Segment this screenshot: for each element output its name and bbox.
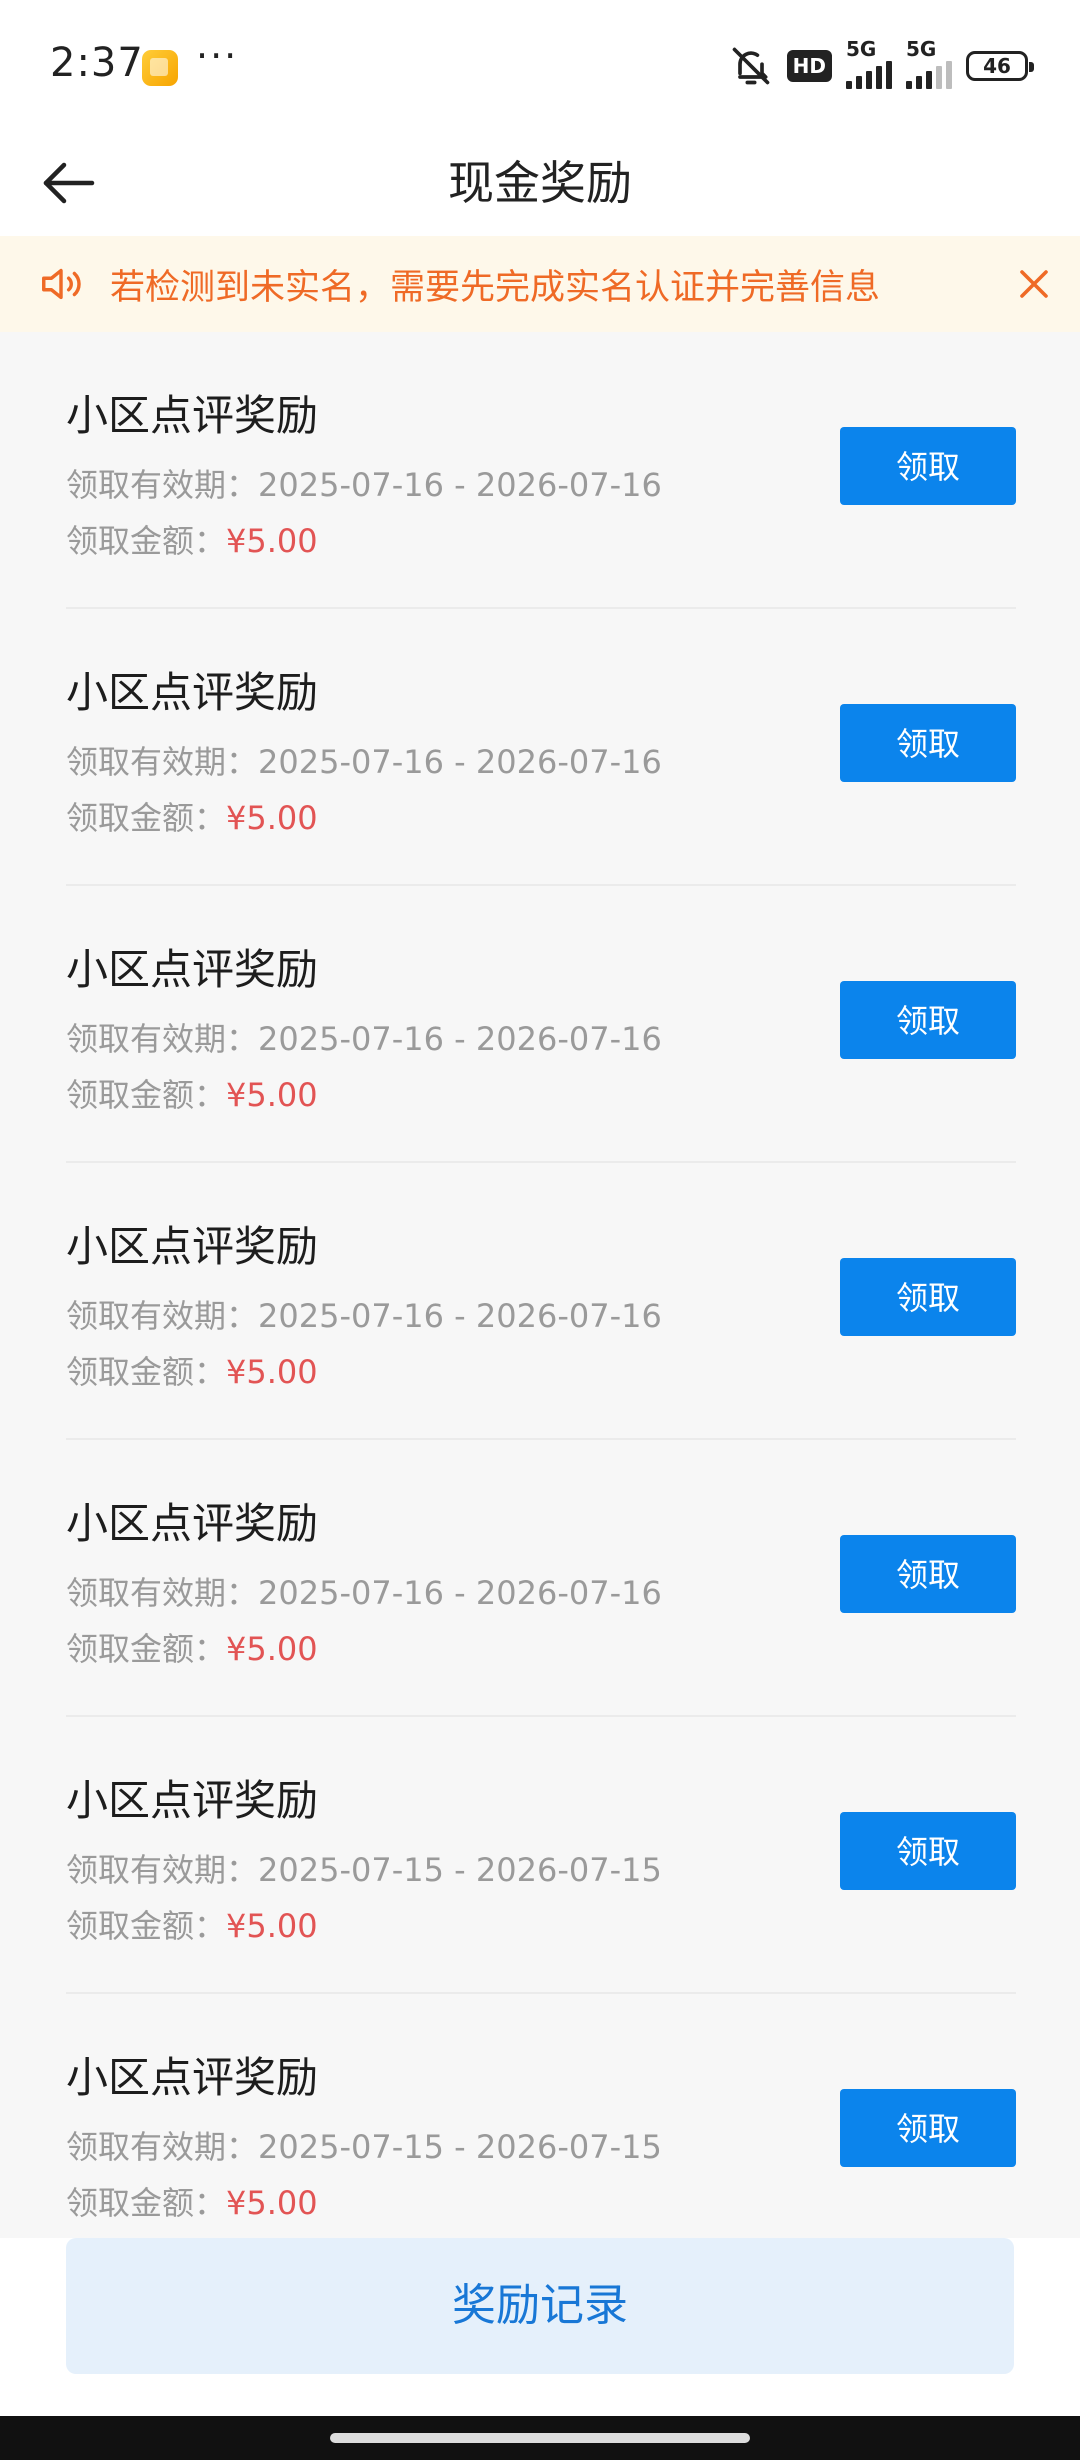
reward-validity: 领取有效期：2025-07-16 - 2026-07-16 [66, 1568, 662, 1614]
reward-validity: 领取有效期：2025-07-16 - 2026-07-16 [66, 1014, 662, 1060]
reward-amount-row: 领取金额：¥5.00 [66, 793, 318, 839]
claim-button[interactable]: 领取 [840, 1812, 1016, 1890]
claim-button[interactable]: 领取 [840, 981, 1016, 1059]
reward-item: 小区点评奖励 领取有效期：2025-07-16 - 2026-07-16 领取金… [66, 1440, 1016, 1717]
reward-amount: ¥5.00 [226, 1353, 318, 1391]
amount-label: 领取金额： [66, 1353, 227, 1391]
home-indicator[interactable] [330, 2433, 750, 2443]
sim1-signal-icon: 5G [846, 37, 892, 89]
reward-validity: 领取有效期：2025-07-15 - 2026-07-15 [66, 2122, 662, 2168]
reward-amount: ¥5.00 [226, 1630, 318, 1668]
reward-title: 小区点评奖励 [66, 1776, 319, 1825]
validity-range: 2025-07-16 - 2026-07-16 [258, 1574, 662, 1612]
reward-amount-row: 领取金额：¥5.00 [66, 2178, 318, 2224]
amount-label: 领取金额： [66, 522, 227, 560]
reward-validity: 领取有效期：2025-07-16 - 2026-07-16 [66, 460, 662, 506]
sim2-network-label: 5G [906, 37, 937, 61]
validity-range: 2025-07-15 - 2026-07-15 [258, 2128, 662, 2166]
validity-label: 领取有效期： [66, 1020, 259, 1058]
validity-label: 领取有效期： [66, 466, 259, 504]
claim-button[interactable]: 领取 [840, 704, 1016, 782]
more-notifications-icon: ··· [196, 34, 239, 78]
close-notice-button[interactable] [1006, 256, 1062, 312]
reward-validity: 领取有效期：2025-07-15 - 2026-07-15 [66, 1845, 662, 1891]
reward-amount: ¥5.00 [226, 1076, 318, 1114]
screen: 2:37 ··· HD 5G 5G 46 现金奖励 若检测到未实名，需要先完成实… [0, 0, 1080, 2460]
sim2-signal-icon: 5G [906, 37, 952, 89]
reward-amount: ¥5.00 [226, 799, 318, 837]
hd-voice-badge: HD [786, 50, 832, 82]
reward-amount-row: 领取金额：¥5.00 [66, 1901, 318, 1947]
notice-text: 若检测到未实名，需要先完成实名认证并完善信息 [110, 267, 881, 308]
reward-item: 小区点评奖励 领取有效期：2025-07-16 - 2026-07-16 领取金… [66, 609, 1016, 886]
validity-range: 2025-07-16 - 2026-07-16 [258, 743, 662, 781]
app-header: 现金奖励 [0, 130, 1080, 236]
reward-amount: ¥5.00 [226, 2184, 318, 2222]
reward-list: 小区点评奖励 领取有效期：2025-07-16 - 2026-07-16 领取金… [66, 332, 1016, 2271]
reward-amount-row: 领取金额：¥5.00 [66, 1070, 318, 1116]
amount-label: 领取金额： [66, 1907, 227, 1945]
amount-label: 领取金额： [66, 1630, 227, 1668]
speaker-icon [38, 260, 86, 308]
page-title: 现金奖励 [448, 156, 632, 210]
battery-icon: 46 [966, 51, 1034, 81]
status-time: 2:37 [50, 40, 144, 86]
validity-range: 2025-07-15 - 2026-07-15 [258, 1851, 662, 1889]
bell-muted-icon [729, 44, 773, 88]
reward-title: 小区点评奖励 [66, 391, 319, 440]
close-icon [1020, 270, 1048, 298]
reward-title: 小区点评奖励 [66, 2053, 319, 2102]
sim1-network-label: 5G [846, 37, 877, 61]
status-indicators: HD 5G 5G 46 [729, 37, 1034, 89]
battery-level: 46 [983, 54, 1011, 78]
validity-range: 2025-07-16 - 2026-07-16 [258, 1020, 662, 1058]
reward-item: 小区点评奖励 领取有效期：2025-07-16 - 2026-07-16 领取金… [66, 332, 1016, 609]
validity-label: 领取有效期： [66, 1297, 259, 1335]
reward-record-button[interactable]: 奖励记录 [66, 2238, 1014, 2374]
validity-label: 领取有效期： [66, 1851, 259, 1889]
reward-validity: 领取有效期：2025-07-16 - 2026-07-16 [66, 737, 662, 783]
reward-title: 小区点评奖励 [66, 945, 319, 994]
notice-banner: 若检测到未实名，需要先完成实名认证并完善信息 [0, 236, 1080, 332]
bottom-action-area: 奖励记录 [0, 2238, 1080, 2416]
validity-label: 领取有效期： [66, 1574, 259, 1612]
claim-button[interactable]: 领取 [840, 2089, 1016, 2167]
reward-item: 小区点评奖励 领取有效期：2025-07-16 - 2026-07-16 领取金… [66, 886, 1016, 1163]
reward-amount: ¥5.00 [226, 522, 318, 560]
reward-validity: 领取有效期：2025-07-16 - 2026-07-16 [66, 1291, 662, 1337]
notification-app-icon [142, 50, 178, 86]
system-nav-bar [0, 2416, 1080, 2460]
reward-title: 小区点评奖励 [66, 668, 319, 717]
reward-item: 小区点评奖励 领取有效期：2025-07-15 - 2026-07-15 领取金… [66, 1717, 1016, 1994]
reward-title: 小区点评奖励 [66, 1499, 319, 1548]
reward-amount-row: 领取金额：¥5.00 [66, 1347, 318, 1393]
reward-amount-row: 领取金额：¥5.00 [66, 516, 318, 562]
validity-range: 2025-07-16 - 2026-07-16 [258, 466, 662, 504]
claim-button[interactable]: 领取 [840, 427, 1016, 505]
validity-label: 领取有效期： [66, 2128, 259, 2166]
status-bar: 2:37 ··· HD 5G 5G 46 [0, 0, 1080, 130]
amount-label: 领取金额： [66, 1076, 227, 1114]
validity-label: 领取有效期： [66, 743, 259, 781]
reward-amount-row: 领取金额：¥5.00 [66, 1624, 318, 1670]
reward-item: 小区点评奖励 领取有效期：2025-07-15 - 2026-07-15 领取金… [66, 1994, 1016, 2271]
claim-button[interactable]: 领取 [840, 1258, 1016, 1336]
claim-button[interactable]: 领取 [840, 1535, 1016, 1613]
reward-amount: ¥5.00 [226, 1907, 318, 1945]
amount-label: 领取金额： [66, 799, 227, 837]
validity-range: 2025-07-16 - 2026-07-16 [258, 1297, 662, 1335]
amount-label: 领取金额： [66, 2184, 227, 2222]
reward-item: 小区点评奖励 领取有效期：2025-07-16 - 2026-07-16 领取金… [66, 1163, 1016, 1440]
reward-title: 小区点评奖励 [66, 1222, 319, 1271]
